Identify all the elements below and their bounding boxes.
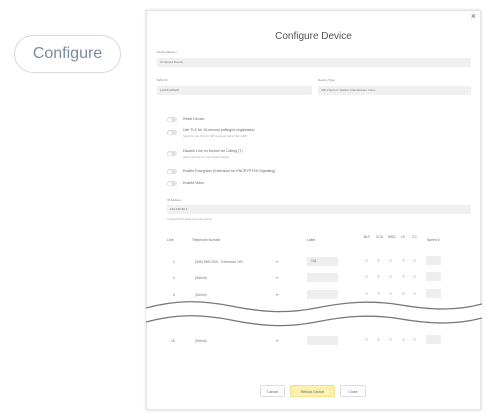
reset-device-toggle[interactable]	[167, 117, 177, 122]
device-name-label: Device Name *	[157, 50, 178, 54]
close-icon[interactable]: ×	[471, 11, 476, 21]
option-checkbox[interactable]	[402, 275, 405, 278]
option-checkbox[interactable]	[365, 275, 368, 278]
tls-help: Select to use TLS for SIP transport rath…	[183, 134, 248, 138]
option-checkbox[interactable]	[413, 275, 416, 278]
mac-label: MAC ID	[157, 78, 168, 82]
disable-line-help: Hides the line from the device display	[183, 155, 230, 159]
telephone-number-select[interactable]: (555) 555-0100 - Extension 100	[195, 260, 243, 264]
speed-dial-input[interactable]	[426, 272, 441, 281]
configure-button[interactable]: Configure	[14, 35, 121, 73]
telephone-number-select[interactable]: (Select)	[195, 276, 207, 280]
col-speed-header: Speed #	[427, 238, 440, 242]
speed-dial-input[interactable]	[426, 256, 441, 265]
ip-input[interactable]: 192.168.86.1	[167, 205, 471, 214]
close-button[interactable]: Close	[340, 385, 366, 397]
option-checkbox[interactable]	[402, 259, 405, 262]
reboot-device-button[interactable]: Reboot Device	[290, 385, 335, 397]
label-input[interactable]	[307, 273, 338, 282]
configure-device-dialog: × Configure Device Device Name * Unnamed…	[146, 10, 481, 410]
dropdown-arrow-icon[interactable]: ▾	[276, 338, 278, 343]
col-lk-header: LK	[401, 235, 406, 239]
tls-label: Use TLS for 10-second polling/re-registr…	[183, 128, 255, 132]
label-input[interactable]	[307, 336, 338, 345]
mac-input[interactable]: 1a2b3c4d5e6f	[157, 86, 312, 95]
encryption-label: Enable Encryption (Extension for ENCRYPT…	[183, 169, 276, 173]
dropdown-arrow-icon[interactable]: ▾	[276, 259, 278, 264]
option-checkbox[interactable]	[389, 338, 392, 341]
option-checkbox[interactable]	[377, 338, 380, 341]
disable-line-label: Disable Line on Device for Calling (T)	[183, 149, 243, 153]
option-checkbox[interactable]	[389, 275, 392, 278]
option-checkbox[interactable]	[377, 275, 380, 278]
dialog-title: Configure Device	[275, 31, 352, 42]
ip-label: IP Address	[167, 198, 182, 202]
device-name-input[interactable]: Unnamed Device	[157, 58, 471, 67]
option-checkbox[interactable]	[377, 259, 380, 262]
speed-dial-input[interactable]	[426, 335, 441, 344]
option-checkbox[interactable]	[413, 338, 416, 341]
table-row-line: 1	[173, 260, 175, 264]
option-checkbox[interactable]	[413, 259, 416, 262]
option-checkbox[interactable]	[365, 259, 368, 262]
table-row-line: 2	[173, 276, 175, 280]
enable-voice-label: Enable Voice	[183, 181, 204, 185]
col-number-header: Telephone Number	[192, 238, 221, 242]
col-label-header: Label	[307, 238, 316, 242]
col-blf-header: BLF	[364, 235, 371, 239]
reset-device-label: Reset Device	[183, 117, 205, 121]
label-input[interactable]: 101	[307, 257, 338, 266]
ip-help: Configured IP address for the device	[167, 217, 213, 221]
device-type-input[interactable]: OBi Polycom Yealink Grandstream Cisco	[318, 86, 471, 95]
telephone-number-select[interactable]: (Select)	[195, 339, 207, 343]
col-msg-header: MSG	[388, 235, 396, 239]
encryption-toggle[interactable]	[167, 169, 177, 174]
disable-line-toggle[interactable]	[167, 151, 177, 156]
col-line-header: Line	[167, 238, 174, 242]
table-row-line: 15	[171, 339, 175, 343]
dropdown-arrow-icon[interactable]: ▾	[276, 275, 278, 280]
cancel-button[interactable]: Cancel	[260, 385, 285, 397]
col-vca-header: VCA	[376, 235, 383, 239]
option-checkbox[interactable]	[402, 338, 405, 341]
option-checkbox[interactable]	[365, 338, 368, 341]
device-type-label: Device Type	[318, 78, 335, 82]
tls-toggle[interactable]	[167, 130, 177, 135]
torn-edge-divider	[146, 301, 482, 327]
col-cc-header: CC	[412, 235, 417, 239]
option-checkbox[interactable]	[389, 259, 392, 262]
enable-voice-toggle[interactable]	[167, 181, 177, 186]
